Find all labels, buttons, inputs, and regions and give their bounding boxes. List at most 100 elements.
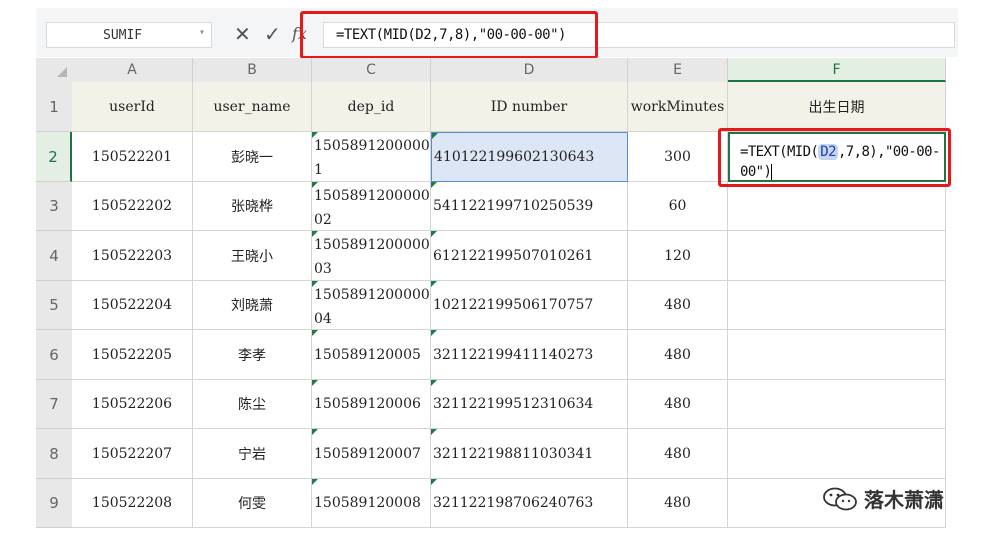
cell-birth-date[interactable] bbox=[728, 182, 946, 231]
cell-workminutes[interactable]: 480 bbox=[628, 330, 728, 380]
header-cell-user-name[interactable]: user_name bbox=[193, 82, 312, 132]
cell-id-number[interactable]: 321122199512310634 bbox=[431, 380, 628, 429]
cell-birth-date[interactable] bbox=[728, 380, 946, 429]
cell-value: 150589120008 bbox=[314, 495, 421, 511]
cell-birth-date[interactable] bbox=[728, 231, 946, 281]
name-box[interactable]: SUMIF ▾ bbox=[46, 22, 212, 48]
text-number-indicator-icon bbox=[431, 479, 437, 485]
cell-user-name[interactable]: 宁岩 bbox=[193, 429, 312, 479]
cell-userid[interactable]: 150522207 bbox=[72, 429, 193, 479]
row-header-4[interactable]: 4 bbox=[36, 231, 72, 281]
cell-user-name[interactable]: 李孝 bbox=[193, 330, 312, 380]
cell-user-name[interactable]: 何雯 bbox=[193, 479, 312, 528]
cell-value: 541122199710250539 bbox=[433, 198, 594, 214]
row-header-5[interactable]: 5 bbox=[36, 281, 72, 330]
cell-birth-date[interactable] bbox=[728, 281, 946, 330]
column-header-b[interactable]: B bbox=[193, 58, 312, 82]
cell-workminutes[interactable]: 480 bbox=[628, 479, 728, 528]
cell-id-number[interactable]: 321122198811030341 bbox=[431, 429, 628, 479]
row-header-7[interactable]: 7 bbox=[36, 380, 72, 429]
column-header-c[interactable]: C bbox=[312, 58, 431, 82]
cell-dep-id[interactable]: 150589120008 bbox=[312, 479, 431, 528]
cell-workminutes[interactable]: 60 bbox=[628, 182, 728, 231]
cell-value: 321122198706240763 bbox=[433, 495, 594, 511]
name-box-value: SUMIF bbox=[103, 28, 143, 43]
cell-dep-id[interactable]: 15058912000001 bbox=[312, 132, 431, 182]
cell-value: 150589120000002 bbox=[314, 188, 430, 228]
highlight-box-cell bbox=[718, 128, 951, 187]
text-number-indicator-icon bbox=[312, 182, 318, 188]
text-number-indicator-icon bbox=[312, 380, 318, 386]
cell-dep-id[interactable]: 150589120005 bbox=[312, 330, 431, 380]
watermark: 落木萧潇 bbox=[822, 484, 944, 513]
row-header-1[interactable]: 1 bbox=[36, 82, 72, 132]
header-cell-birth-date[interactable]: 出生日期 bbox=[728, 82, 946, 132]
confirm-icon[interactable]: ✓ bbox=[264, 22, 281, 46]
cell-id-number[interactable]: 321122198706240763 bbox=[431, 479, 628, 528]
cell-value: 150589120000004 bbox=[314, 287, 430, 327]
text-number-indicator-icon bbox=[312, 132, 318, 138]
cell-userid[interactable]: 150522204 bbox=[72, 281, 193, 330]
cancel-icon[interactable]: ✕ bbox=[234, 22, 251, 46]
cell-birth-date[interactable] bbox=[728, 429, 946, 479]
cell-workminutes[interactable]: 480 bbox=[628, 380, 728, 429]
cell-birth-date[interactable] bbox=[728, 330, 946, 380]
text-number-indicator-icon bbox=[431, 330, 437, 336]
cell-id-number[interactable]: 541122199710250539 bbox=[431, 182, 628, 231]
cell-dep-id[interactable]: 150589120000004 bbox=[312, 281, 431, 330]
cell-user-name[interactable]: 彭晓一 bbox=[193, 132, 312, 182]
text-number-indicator-icon bbox=[312, 479, 318, 485]
cell-userid[interactable]: 150522206 bbox=[72, 380, 193, 429]
cell-user-name[interactable]: 张晓桦 bbox=[193, 182, 312, 231]
cell-user-name[interactable]: 刘晓萧 bbox=[193, 281, 312, 330]
row-header-9[interactable]: 9 bbox=[36, 479, 72, 528]
row-header-6[interactable]: 6 bbox=[36, 330, 72, 380]
cell-value: 321122199411140273 bbox=[433, 346, 594, 363]
cell-workminutes[interactable]: 480 bbox=[628, 429, 728, 479]
header-cell-dep-id[interactable]: dep_id bbox=[312, 82, 431, 132]
cell-workminutes[interactable]: 480 bbox=[628, 281, 728, 330]
wechat-icon bbox=[823, 487, 857, 510]
cell-dep-id[interactable]: 150589120006 bbox=[312, 380, 431, 429]
cell-userid[interactable]: 150522202 bbox=[72, 182, 193, 231]
text-number-indicator-icon bbox=[432, 133, 438, 139]
text-number-indicator-icon bbox=[312, 429, 318, 435]
row-header-2[interactable]: 2 bbox=[36, 132, 72, 182]
cell-value: 150589120000003 bbox=[314, 237, 430, 277]
cell-workminutes[interactable]: 120 bbox=[628, 231, 728, 281]
text-number-indicator-icon bbox=[431, 231, 437, 237]
text-number-indicator-icon bbox=[431, 429, 437, 435]
cell-userid[interactable]: 150522203 bbox=[72, 231, 193, 281]
highlight-box-formula bbox=[300, 11, 598, 59]
header-cell-userid[interactable]: userId bbox=[72, 82, 193, 132]
cell-id-number[interactable]: 612122199507010261 bbox=[431, 231, 628, 281]
cell-id-number[interactable]: 321122199411140273 bbox=[431, 330, 628, 380]
cell-user-name[interactable]: 王晓小 bbox=[193, 231, 312, 281]
text-number-indicator-icon bbox=[312, 281, 318, 287]
column-header-f[interactable]: F bbox=[728, 58, 946, 82]
cell-value: 321122199512310634 bbox=[433, 396, 594, 412]
column-header-e[interactable]: E bbox=[628, 58, 728, 82]
cell-userid[interactable]: 150522201 bbox=[72, 132, 193, 182]
cell-dep-id[interactable]: 150589120000002 bbox=[312, 182, 431, 231]
cell-dep-id[interactable]: 150589120007 bbox=[312, 429, 431, 479]
column-header-d[interactable]: D bbox=[431, 58, 628, 82]
row-header-3[interactable]: 3 bbox=[36, 182, 72, 231]
cell-workminutes[interactable]: 300 bbox=[628, 132, 728, 182]
column-header-a[interactable]: A bbox=[72, 58, 193, 82]
select-all-corner[interactable] bbox=[36, 58, 72, 82]
cell-value: 612122199507010261 bbox=[433, 247, 594, 264]
row-header-8[interactable]: 8 bbox=[36, 429, 72, 479]
header-cell-id-number[interactable]: ID number bbox=[431, 82, 628, 132]
header-cell-workminutes[interactable]: workMinutes bbox=[628, 82, 728, 132]
cell-dep-id[interactable]: 150589120000003 bbox=[312, 231, 431, 281]
cell-user-name[interactable]: 陈尘 bbox=[193, 380, 312, 429]
cell-value: 150589120005 bbox=[314, 346, 421, 363]
cell-userid[interactable]: 150522208 bbox=[72, 479, 193, 528]
text-number-indicator-icon bbox=[431, 281, 437, 287]
chevron-down-icon[interactable]: ▾ bbox=[199, 27, 205, 38]
cell-id-number[interactable]: 410122199602130643 bbox=[431, 132, 628, 182]
cell-id-number[interactable]: 102122199506170757 bbox=[431, 281, 628, 330]
watermark-text: 落木萧潇 bbox=[864, 488, 944, 512]
cell-userid[interactable]: 150522205 bbox=[72, 330, 193, 380]
